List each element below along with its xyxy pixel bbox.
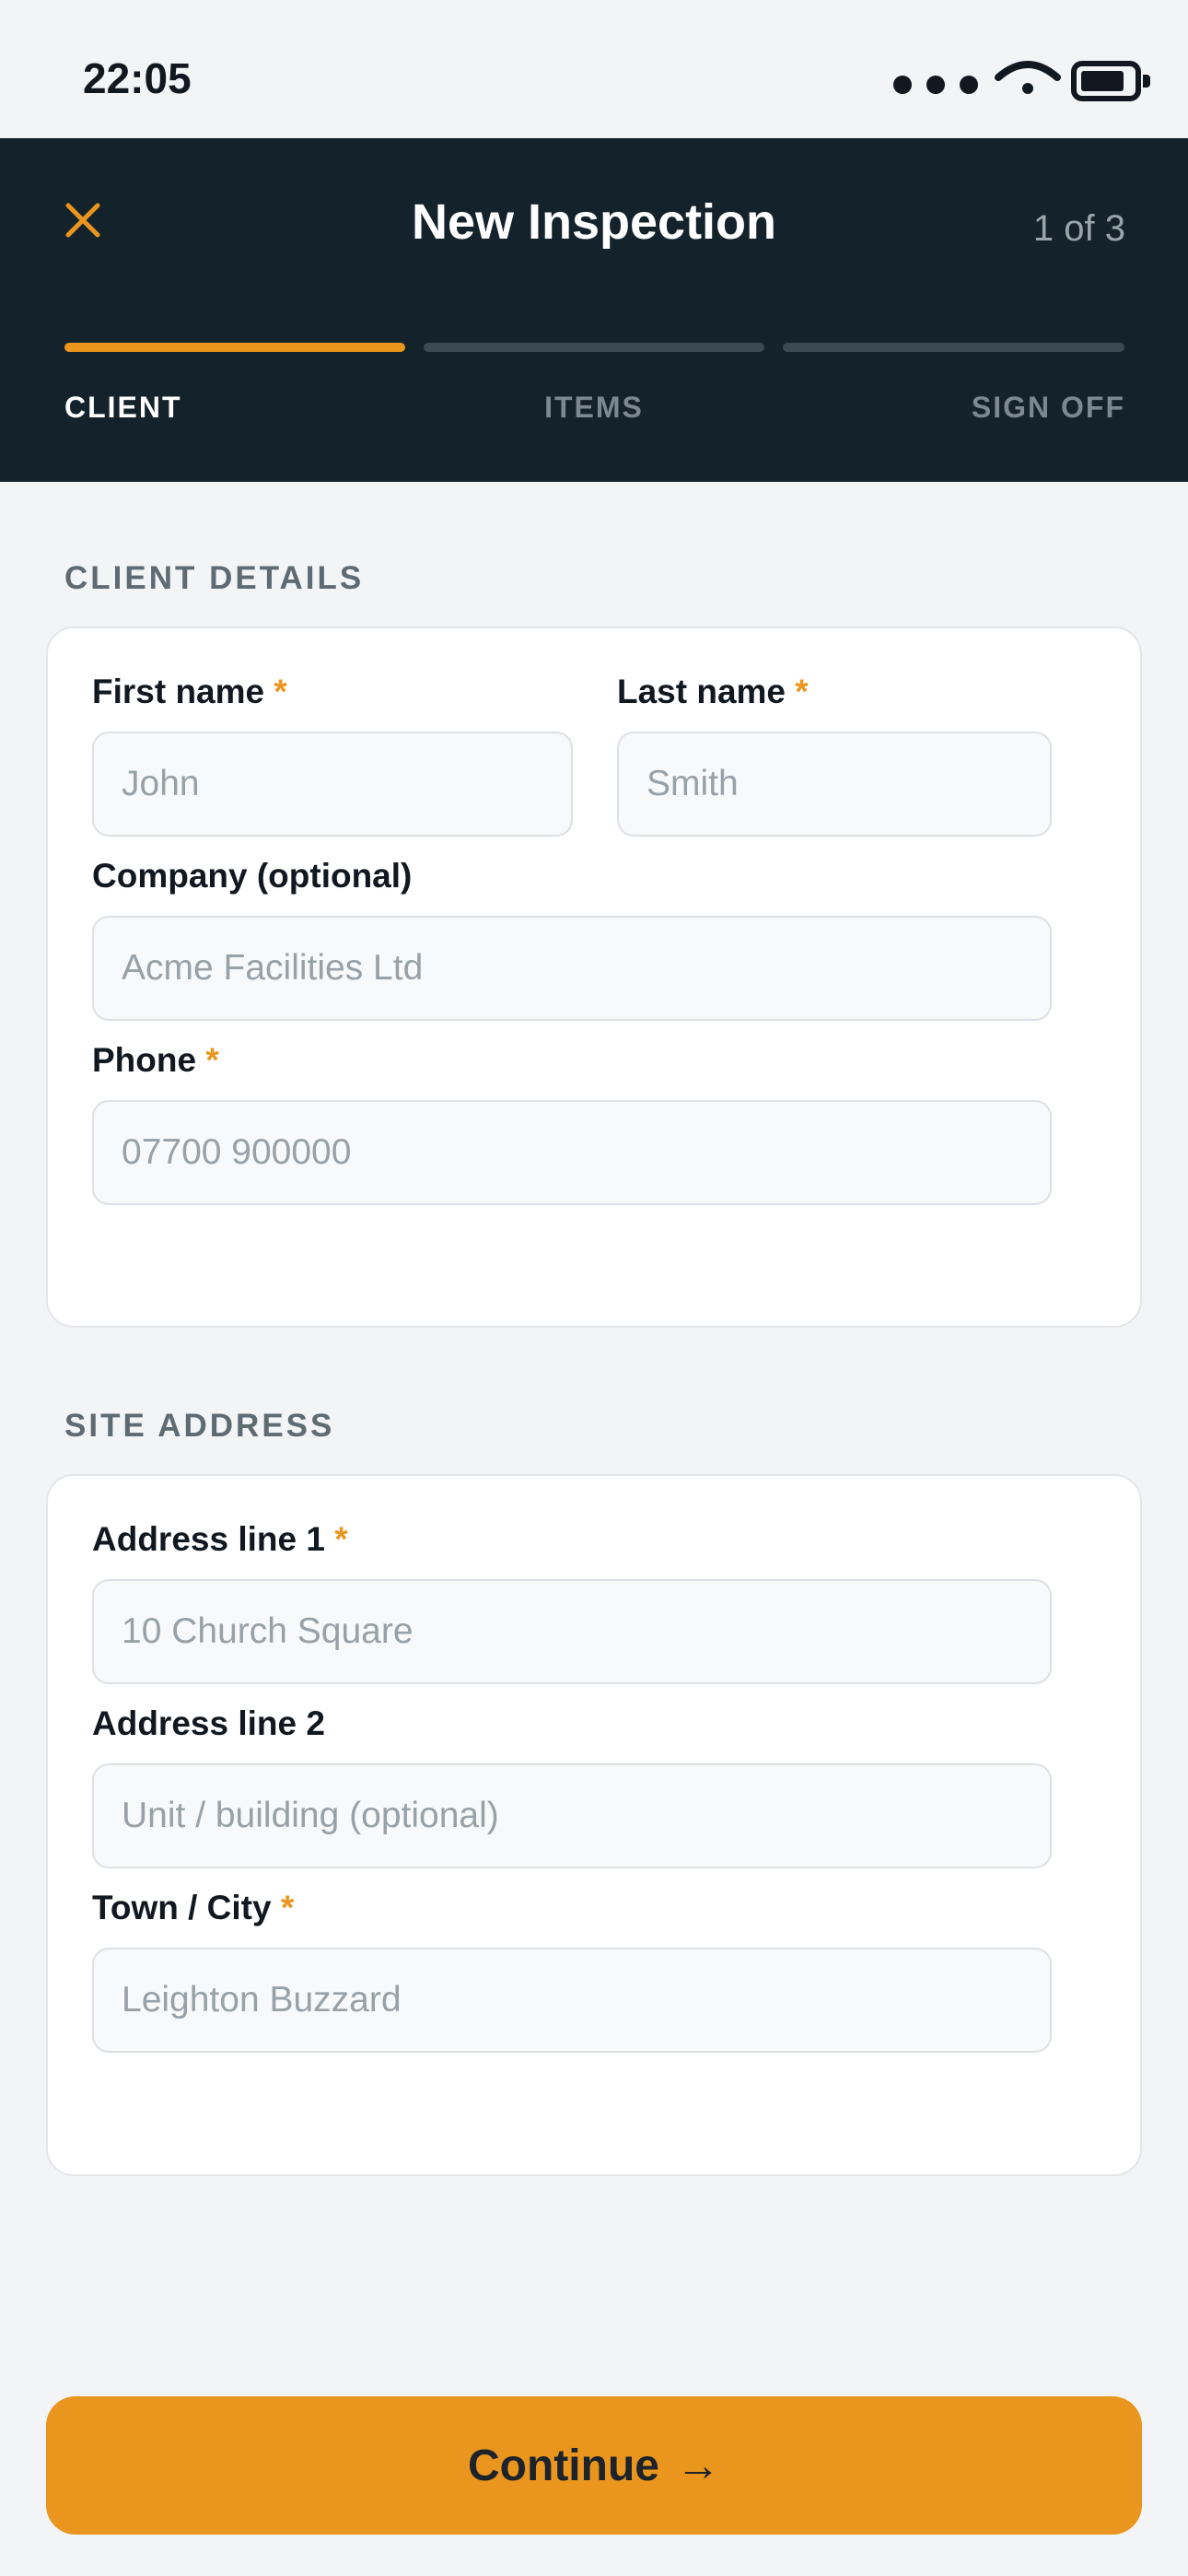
progress-segment-sign-off (783, 343, 1124, 352)
client-details-card: First name * Last name * Company (option… (46, 626, 1142, 1328)
client-details-heading: CLIENT DETAILS (64, 560, 365, 596)
company-input[interactable] (92, 916, 1052, 1021)
address-line-2-label: Address line 2 (92, 1704, 325, 1742)
required-mark: * (274, 673, 287, 710)
address-line-2-input[interactable] (92, 1763, 1052, 1868)
required-mark: * (280, 1889, 295, 1926)
site-address-heading: SITE ADDRESS (64, 1408, 335, 1444)
status-bar: 22:05 (0, 0, 1188, 138)
first-name-input[interactable] (92, 732, 573, 837)
town-city-input[interactable] (92, 1948, 1052, 2053)
continue-button[interactable]: Continue → (46, 2396, 1142, 2535)
new-inspection-screen: 22:05 New Inspection 1 of 3 CLIENT ITEMS… (0, 0, 1188, 2576)
phone-input[interactable] (92, 1100, 1052, 1205)
required-mark: * (795, 673, 809, 710)
continue-label: Continue (468, 2441, 659, 2490)
status-time: 22:05 (83, 54, 192, 102)
step-sign-off: SIGN OFF (971, 391, 1125, 424)
site-address-card: Address line 1 * Address line 2 Town / C… (46, 1474, 1142, 2176)
last-name-label: Last name * (617, 673, 809, 710)
phone-label: Phone * (92, 1041, 219, 1079)
cellular-signal-icon (893, 76, 993, 99)
arrow-right-icon: → (675, 2441, 720, 2490)
step-progress (64, 343, 1124, 352)
last-name-input[interactable] (617, 732, 1052, 837)
battery-icon (1071, 61, 1150, 101)
address-line-1-input[interactable] (92, 1579, 1052, 1684)
step-count: 1 of 3 (1032, 208, 1125, 249)
page-title: New Inspection (411, 194, 777, 250)
town-city-label: Town / City * (92, 1889, 295, 1926)
header: New Inspection 1 of 3 CLIENT ITEMS SIGN … (0, 138, 1188, 482)
progress-segment-client (64, 343, 405, 352)
required-mark: * (334, 1520, 348, 1558)
company-label: Company (optional) (92, 857, 413, 895)
wifi-icon (995, 61, 1061, 94)
progress-segment-items (424, 343, 764, 352)
address-line-1-label: Address line 1 * (92, 1520, 348, 1558)
required-mark: * (205, 1041, 219, 1079)
first-name-label: First name * (92, 673, 287, 710)
